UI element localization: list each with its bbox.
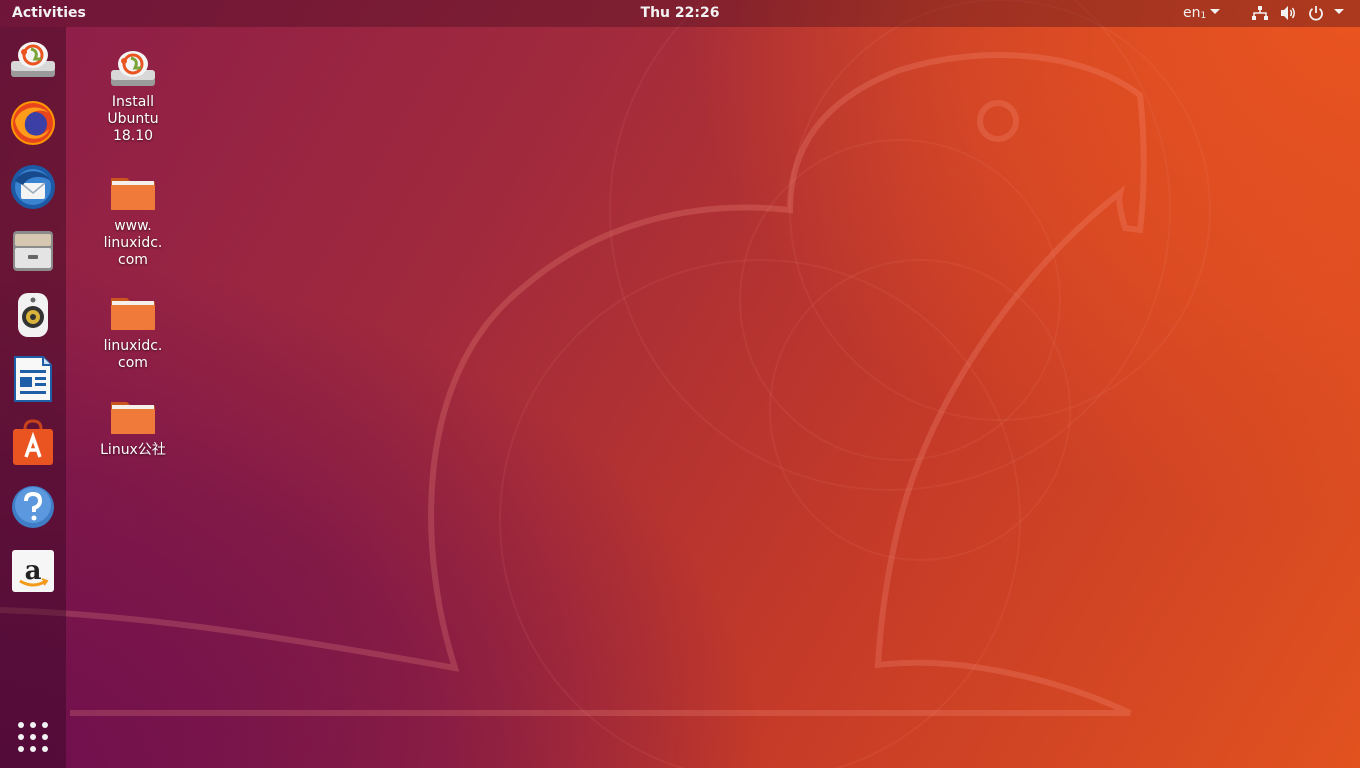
volume-icon[interactable] [1280, 5, 1298, 25]
svg-text:a: a [25, 556, 42, 586]
rhythmbox-icon[interactable] [9, 291, 57, 339]
desktop-icon-install-ubuntu[interactable]: Install Ubuntu 18.10 [83, 44, 183, 145]
keyboard-layout-indicator[interactable]: en1 [1183, 5, 1221, 21]
desktop-icon-label: Install Ubuntu 18.10 [107, 94, 159, 144]
power-icon[interactable] [1308, 5, 1324, 25]
desktop-icon-label: linuxidc. com [103, 338, 163, 371]
desktop-icon-folder[interactable]: www. linuxidc. com [83, 168, 183, 269]
folder-icon [109, 288, 157, 336]
system-menu-chevron-icon[interactable] [1334, 5, 1344, 21]
desktop-icon-folder[interactable]: Linux公社 [83, 392, 183, 459]
desktop-icon-folder[interactable]: linuxidc. com [83, 288, 183, 372]
installer-icon [109, 44, 157, 92]
clock: Thu 22:26 [0, 5, 1360, 21]
libreoffice-writer-icon[interactable] [9, 355, 57, 403]
desktop-icon-label: Linux公社 [100, 442, 166, 458]
files-icon[interactable] [9, 227, 57, 275]
folder-icon [109, 392, 157, 440]
dock: a [0, 27, 66, 768]
app-grid-icon[interactable] [13, 717, 53, 757]
firefox-icon[interactable] [9, 99, 57, 147]
language-label: en [1183, 5, 1201, 21]
thunderbird-icon[interactable] [9, 163, 57, 211]
help-icon[interactable] [9, 483, 57, 531]
desktop-icon-label: www. linuxidc. com [103, 218, 163, 268]
clock-label[interactable]: Thu 22:26 [641, 5, 720, 21]
amazon-icon[interactable]: a [9, 547, 57, 595]
language-sub-label: 1 [1200, 11, 1207, 21]
chevron-down-icon [1210, 9, 1221, 14]
install-ubuntu-icon[interactable] [9, 35, 57, 83]
wallpaper-cuttlefish-outline [0, 0, 1211, 768]
ubuntu-software-icon[interactable] [9, 419, 57, 467]
top-bar: Activities Thu 22:26 en1 [0, 0, 1360, 27]
activities-button[interactable]: Activities [12, 5, 86, 21]
folder-icon [109, 168, 157, 216]
desktop[interactable]: Activities Thu 22:26 en1 a Install Ubunt… [0, 0, 1360, 768]
network-icon[interactable] [1251, 5, 1269, 25]
